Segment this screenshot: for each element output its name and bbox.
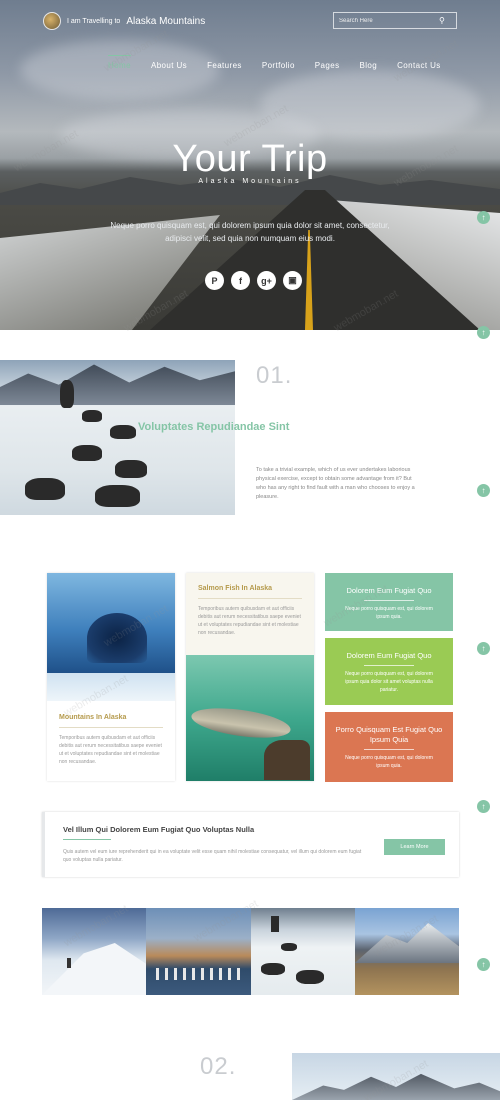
sled-dog — [295, 970, 324, 984]
cloud — [20, 40, 220, 100]
ice-cave-image — [47, 573, 175, 701]
cta-title: Vel Illum Qui Dolorem Eum Fugiat Quo Vol… — [63, 825, 255, 834]
avatar — [43, 12, 61, 30]
brand-name: Alaska Mountains — [126, 15, 206, 27]
main-nav: Home About Us Features Portfolio Pages B… — [108, 55, 461, 70]
section-text: To take a trivial example, which of us e… — [256, 467, 415, 500]
card-text: Temporibus autem quibusdam et aut offici… — [198, 606, 301, 636]
photo-mountains — [0, 364, 235, 405]
section-number: 02. — [200, 1053, 237, 1080]
mountain-peak — [354, 923, 459, 963]
boats — [156, 968, 241, 980]
card-mountains[interactable]: Mountains In Alaska Temporibus autem qui… — [47, 573, 175, 781]
sled-dog — [260, 963, 285, 975]
cave-floor — [47, 673, 175, 701]
pinterest-icon[interactable]: P — [205, 271, 224, 290]
photo-gallery — [42, 908, 459, 995]
back-to-top-icon[interactable]: ↑ — [477, 326, 490, 339]
sled-dog — [110, 425, 136, 439]
snow-slope — [42, 943, 146, 995]
back-to-top-icon[interactable]: ↑ — [477, 211, 490, 224]
brand[interactable]: I am Travelling to Alaska Mountains — [43, 12, 205, 30]
cave-opening — [87, 613, 147, 663]
feature-text: Neque porro quisquam est, qui dolorem ip… — [345, 755, 433, 769]
nav-blog[interactable]: Blog — [359, 55, 377, 70]
social-links: P f g+ ▣ — [205, 271, 302, 290]
search-icon[interactable]: ⚲ — [439, 16, 445, 25]
divider — [198, 598, 302, 599]
musher-figure — [60, 380, 74, 408]
cta-text: Quis autem vel eum iure reprehenderit qu… — [63, 849, 362, 863]
sled-dog — [82, 410, 102, 422]
mountain-photo — [292, 1053, 500, 1100]
divider — [364, 600, 414, 601]
gallery-image-snow-hiker[interactable] — [42, 908, 147, 995]
learn-more-button[interactable]: Learn More — [384, 839, 445, 855]
divider — [364, 665, 414, 666]
feature-title: Dolorem Eum Fugiat Quo — [346, 586, 432, 595]
back-to-top-icon[interactable]: ↑ — [477, 484, 490, 497]
sled-dog — [280, 943, 297, 951]
section-title: Voluptates Repudiandae Sint — [138, 421, 290, 433]
card-salmon[interactable]: Salmon Fish In Alaska Temporibus autem q… — [186, 573, 314, 781]
nav-home[interactable]: Home — [108, 55, 131, 70]
feature-card-orange[interactable]: Porro Quisquam Est Fugiat Quo Ipsum Quia… — [325, 712, 453, 782]
back-to-top-icon[interactable]: ↑ — [477, 958, 490, 971]
hero-text: Neque porro quisquam est, qui dolorem ip… — [110, 221, 390, 243]
gallery-image-dog-sled[interactable] — [250, 908, 355, 995]
search-box: ⚲ — [333, 12, 457, 29]
nav-pages[interactable]: Pages — [315, 55, 340, 70]
feature-title: Porro Quisquam Est Fugiat Quo Ipsum Quia — [335, 725, 443, 744]
sled-dog — [115, 460, 147, 478]
salmon-fish — [189, 703, 293, 743]
gallery-image-mountain-valley[interactable] — [354, 908, 459, 995]
feature-card-green[interactable]: Dolorem Eum Fugiat Quo Neque porro quisq… — [325, 573, 453, 631]
call-to-action: Vel Illum Qui Dolorem Eum Fugiat Quo Vol… — [42, 812, 459, 877]
back-to-top-icon[interactable]: ↑ — [477, 642, 490, 655]
hero-title: Your Trip — [172, 138, 328, 180]
hero-banner: I am Travelling to Alaska Mountains ⚲ Ho… — [0, 0, 500, 330]
feature-text: Neque porro quisquam est, qui dolorem ip… — [345, 671, 433, 693]
photo-mountains — [292, 1073, 500, 1100]
sled-dog — [95, 485, 140, 507]
hand — [264, 740, 310, 780]
brand-prefix: I am Travelling to — [67, 17, 121, 25]
hero-subtitle: Alaska Mountains — [198, 178, 302, 185]
section-number: 01. — [256, 362, 293, 389]
divider — [63, 839, 111, 840]
search-input[interactable] — [339, 17, 439, 24]
back-to-top-icon[interactable]: ↑ — [477, 800, 490, 813]
nav-about-us[interactable]: About Us — [151, 55, 187, 70]
facebook-icon[interactable]: f — [231, 271, 250, 290]
feature-title: Dolorem Eum Fugiat Quo — [346, 651, 432, 660]
musher-figure — [270, 916, 279, 932]
card-title: Salmon Fish In Alaska — [198, 585, 273, 592]
card-text: Temporibus autem quibusdam et aut offici… — [59, 735, 162, 765]
sled-dog — [72, 445, 102, 461]
nav-features[interactable]: Features — [207, 55, 242, 70]
sled-dog — [25, 478, 65, 500]
divider — [59, 727, 163, 728]
gallery-image-harbor[interactable] — [146, 908, 251, 995]
instagram-icon[interactable]: ▣ — [283, 271, 302, 290]
nav-portfolio[interactable]: Portfolio — [262, 55, 295, 70]
salmon-image — [186, 655, 314, 781]
feature-card-lime[interactable]: Dolorem Eum Fugiat Quo Neque porro quisq… — [325, 638, 453, 705]
divider — [364, 749, 414, 750]
google-plus-icon[interactable]: g+ — [257, 271, 276, 290]
hiker — [67, 958, 71, 968]
feature-text: Neque porro quisquam est, qui dolorem ip… — [345, 606, 433, 620]
card-title: Mountains In Alaska — [59, 714, 127, 721]
nav-contact-us[interactable]: Contact Us — [397, 55, 441, 70]
dog-sled-photo — [0, 360, 235, 515]
